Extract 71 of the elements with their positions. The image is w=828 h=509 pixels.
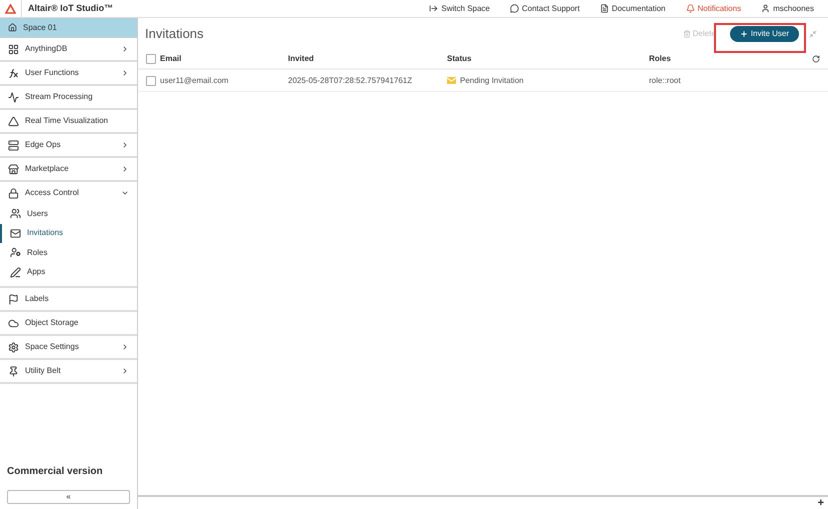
gear-icon (8, 342, 19, 352)
nav-link[interactable]: Documentation (600, 2, 666, 14)
sidebar-subitem[interactable]: Roles (0, 243, 137, 262)
store-icon (8, 164, 19, 174)
chevron-right-icon (121, 165, 129, 173)
sidebar-item[interactable]: Real Time Visualization (0, 110, 137, 132)
sidebar-item[interactable]: Edge Ops (0, 134, 137, 156)
envelope-icon (10, 228, 21, 239)
sidebar-subitem[interactable]: Invitations (0, 224, 137, 243)
invite-user-button[interactable]: Invite User (730, 26, 799, 42)
version-label: Commercial version (7, 465, 104, 479)
function-icon (8, 68, 19, 78)
flag-icon (8, 294, 19, 304)
sidebar-subitem[interactable]: Apps (0, 262, 137, 282)
chevron-right-icon (121, 343, 129, 351)
sidebar-item[interactable]: Utility Belt (0, 360, 137, 382)
trash-icon (682, 30, 691, 38)
lock-icon (8, 188, 19, 198)
envelope-icon (447, 77, 456, 84)
pin-icon (8, 366, 19, 376)
add-button[interactable]: + (818, 498, 824, 508)
chevron-right-icon (121, 45, 129, 53)
table-cell: Pending Invitation (460, 74, 524, 86)
checkbox[interactable] (146, 76, 156, 86)
sidebar-subitem[interactable]: Users (0, 204, 137, 224)
checkbox[interactable] (146, 54, 156, 64)
pen-icon (10, 266, 21, 278)
chevron-down-icon (121, 189, 129, 197)
user-icon (761, 4, 770, 13)
document-icon (600, 4, 609, 13)
pulse-icon (8, 92, 19, 102)
chat-icon (510, 4, 519, 13)
logo-icon[interactable] (5, 4, 16, 14)
space-header[interactable]: Space 01 (0, 18, 137, 38)
app-title: Altair® IoT Studio™ (28, 2, 114, 15)
nav-link[interactable]: Contact Support (510, 2, 580, 14)
home-icon (8, 23, 17, 32)
users-icon (10, 208, 21, 220)
user-gear-icon (10, 247, 21, 258)
plus-icon (740, 30, 748, 38)
bell-icon (686, 4, 694, 13)
sidebar-item[interactable]: Access Control (0, 182, 137, 204)
column-header: Status (447, 54, 472, 63)
chevron-right-icon (121, 367, 129, 375)
table-cell: role::root (649, 76, 681, 84)
column-header: Invited (288, 54, 314, 63)
triangle-icon (8, 116, 19, 126)
refresh-icon[interactable] (812, 55, 820, 63)
collapse-button[interactable]: « (7, 490, 130, 504)
nav-link[interactable]: Switch Space (429, 2, 490, 14)
nav-link[interactable]: mschoones (761, 2, 814, 14)
sidebar-item[interactable]: Space Settings (0, 336, 137, 358)
grid-icon (8, 44, 19, 54)
sidebar-item[interactable]: User Functions (0, 62, 137, 84)
sidebar-item[interactable]: Object Storage (0, 312, 137, 334)
server-icon (8, 140, 19, 150)
sidebar-item[interactable]: Labels (0, 288, 137, 310)
sidebar-item[interactable]: AnythingDB (0, 38, 137, 60)
sidebar-item[interactable]: Marketplace (0, 158, 137, 180)
chevron-right-icon (121, 141, 129, 149)
exit-icon (429, 4, 438, 13)
page-title: Invitations (145, 25, 204, 44)
chevron-right-icon (121, 69, 129, 77)
table-cell: user11@email.com (160, 76, 228, 84)
cloud-icon (8, 318, 19, 328)
column-header: Email (160, 54, 182, 63)
sidebar-item[interactable]: Stream Processing (0, 86, 137, 108)
column-header: Roles (649, 54, 671, 63)
table-cell: 2025-05-28T07:28:52.757941761Z (288, 76, 412, 84)
nav-link[interactable]: Notifications (686, 2, 742, 14)
minimize-icon[interactable] (809, 30, 817, 38)
